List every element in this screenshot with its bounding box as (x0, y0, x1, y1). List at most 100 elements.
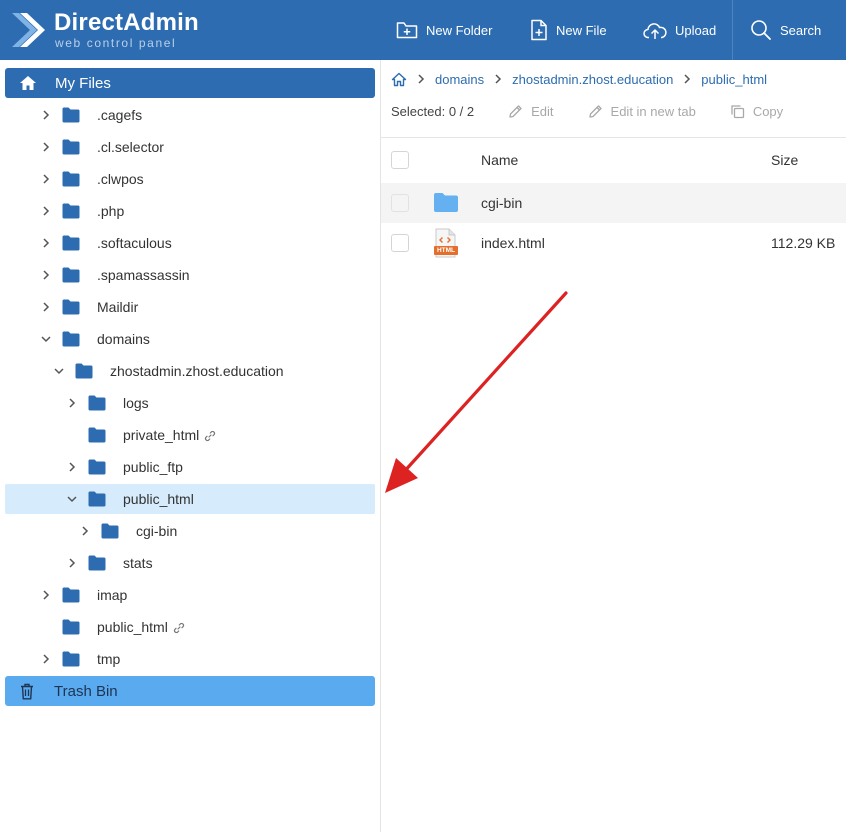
upload-label: Upload (675, 22, 717, 38)
sidebar-item-trash-bin[interactable]: Trash Bin (5, 676, 375, 706)
tree-item-domains[interactable]: domains (5, 324, 375, 354)
row-checkbox[interactable] (391, 194, 409, 212)
tree-item-label: imap (97, 587, 128, 603)
tree-item-imap[interactable]: imap (5, 580, 375, 610)
chevron-down-icon[interactable] (40, 333, 52, 345)
file-name[interactable]: cgi-bin (481, 195, 522, 211)
tree-item-label: .spamassassin (97, 267, 190, 283)
upload-button[interactable]: Upload (643, 0, 716, 60)
tree-item-clwpos[interactable]: .clwpos (5, 164, 375, 194)
tree-item-maildir[interactable]: Maildir (5, 292, 375, 322)
chevron-right-icon[interactable] (79, 525, 91, 537)
tree-item-public-html[interactable]: public_html (5, 612, 375, 642)
tree-item-label: .php (97, 203, 125, 219)
home-icon (19, 75, 37, 91)
breadcrumb-public-html[interactable]: public_html (701, 72, 767, 87)
tree-item-tmp[interactable]: tmp (5, 644, 375, 674)
chevron-right-icon[interactable] (40, 237, 52, 249)
edit-in-new-tab-button[interactable]: Edit in new tab (588, 104, 696, 119)
folder-icon (88, 555, 106, 571)
tree-item-label: cgi-bin (136, 523, 178, 539)
folder-icon (75, 363, 93, 379)
tree-item-stats[interactable]: stats (5, 548, 375, 578)
tree-item-zhostadmin-zhost-education[interactable]: zhostadmin.zhost.education (5, 356, 375, 386)
edit-button[interactable]: Edit (508, 103, 554, 119)
file-row-cgi-bin[interactable]: cgi-bin (381, 183, 846, 223)
chevron-right-icon[interactable] (40, 173, 52, 185)
selected-label: Selected: (391, 103, 446, 119)
folder-icon (62, 139, 80, 155)
sidebar: My Files .cagefs .cl.selector .clwpos .php.… (0, 60, 381, 832)
chevron-right-icon[interactable] (40, 653, 52, 665)
column-size[interactable]: Size (771, 152, 798, 168)
tree-item-spamassassin[interactable]: .spamassassin (5, 260, 375, 290)
folder-icon (88, 459, 106, 475)
chevron-right-icon[interactable] (40, 205, 52, 217)
chevron-right-icon[interactable] (40, 109, 52, 121)
folder-icon (433, 192, 459, 213)
selected-count: Selected: 0 / 2 (391, 104, 474, 119)
sidebar-item-my-files[interactable]: My Files (5, 68, 375, 98)
file-toolbar: Selected: 0 / 2 Edit Edit in new tab Cop… (391, 100, 846, 122)
html-file-icon: HTML (433, 228, 459, 258)
tree-item-private-html[interactable]: private_html (5, 420, 375, 450)
select-all-checkbox[interactable] (391, 151, 409, 169)
tree-item-softaculous[interactable]: .softaculous (5, 228, 375, 258)
file-name[interactable]: index.html (481, 235, 545, 251)
chevron-right-icon[interactable] (66, 557, 78, 569)
chevron-right-icon[interactable] (40, 269, 52, 281)
chevron-right-icon[interactable] (40, 141, 52, 153)
chevron-down-icon[interactable] (53, 365, 65, 377)
file-browser-panel: domains zhostadmin.zhost.education publi… (381, 60, 846, 832)
tree-item-logs[interactable]: logs (5, 388, 375, 418)
html-badge-label: HTML (436, 247, 456, 254)
tree-item-label: logs (123, 395, 149, 411)
tree-item-cagefs[interactable]: .cagefs (5, 100, 375, 130)
chevron-right-icon[interactable] (66, 461, 78, 473)
link-icon (204, 429, 216, 445)
folder-icon (62, 331, 80, 347)
tree-item-public-html[interactable]: public_html (5, 484, 375, 514)
tree-item-cgi-bin[interactable]: cgi-bin (5, 516, 375, 546)
folder-icon (62, 203, 80, 219)
tree-item-label: public_html (123, 491, 194, 507)
folder-icon (88, 427, 106, 443)
folder-plus-icon (396, 22, 418, 39)
chevron-down-icon[interactable] (66, 493, 78, 505)
chevron-right-icon[interactable] (40, 301, 52, 313)
tree-item-label: .softaculous (97, 235, 172, 251)
edit-label: Edit (531, 103, 554, 119)
search-label: Search (780, 22, 822, 38)
chevron-right-icon[interactable] (40, 589, 52, 601)
top-header: DirectAdmin web control panel New Folder… (0, 0, 846, 60)
folder-icon (62, 267, 80, 283)
tree-item-label: Maildir (97, 299, 139, 315)
file-table-header: Name Size (381, 137, 846, 184)
brand-title: DirectAdmin (54, 9, 199, 36)
folder-icon (101, 523, 119, 539)
tree-item-cl-selector[interactable]: .cl.selector (5, 132, 375, 162)
folder-icon (62, 587, 80, 603)
link-icon (173, 621, 185, 637)
tree-item-public-ftp[interactable]: public_ftp (5, 452, 375, 482)
chevron-right-icon[interactable] (66, 397, 78, 409)
search-button[interactable]: Search (750, 0, 821, 60)
breadcrumb-zhostadmin[interactable]: zhostadmin.zhost.education (512, 72, 673, 87)
tree-item-php[interactable]: .php (5, 196, 375, 226)
new-folder-button[interactable]: New Folder (396, 0, 492, 60)
file-row-index-html[interactable]: HTML index.html 112.29 KB (381, 223, 846, 263)
trash-bin-label: Trash Bin (54, 682, 118, 700)
new-folder-label: New Folder (426, 22, 493, 38)
tree-item-label: public_ftp (123, 459, 183, 475)
chevron-right-icon (494, 74, 502, 84)
breadcrumb-domains[interactable]: domains (435, 72, 484, 87)
column-name[interactable]: Name (481, 152, 518, 168)
new-file-button[interactable]: New File (530, 0, 607, 60)
row-checkbox[interactable] (391, 234, 409, 252)
copy-button[interactable]: Copy (730, 104, 783, 119)
cloud-upload-icon (643, 23, 667, 39)
tree-item-label: domains (97, 331, 150, 347)
home-breadcrumb-icon[interactable] (391, 72, 407, 87)
search-icon (751, 20, 771, 40)
tree-item-label: stats (123, 555, 153, 571)
